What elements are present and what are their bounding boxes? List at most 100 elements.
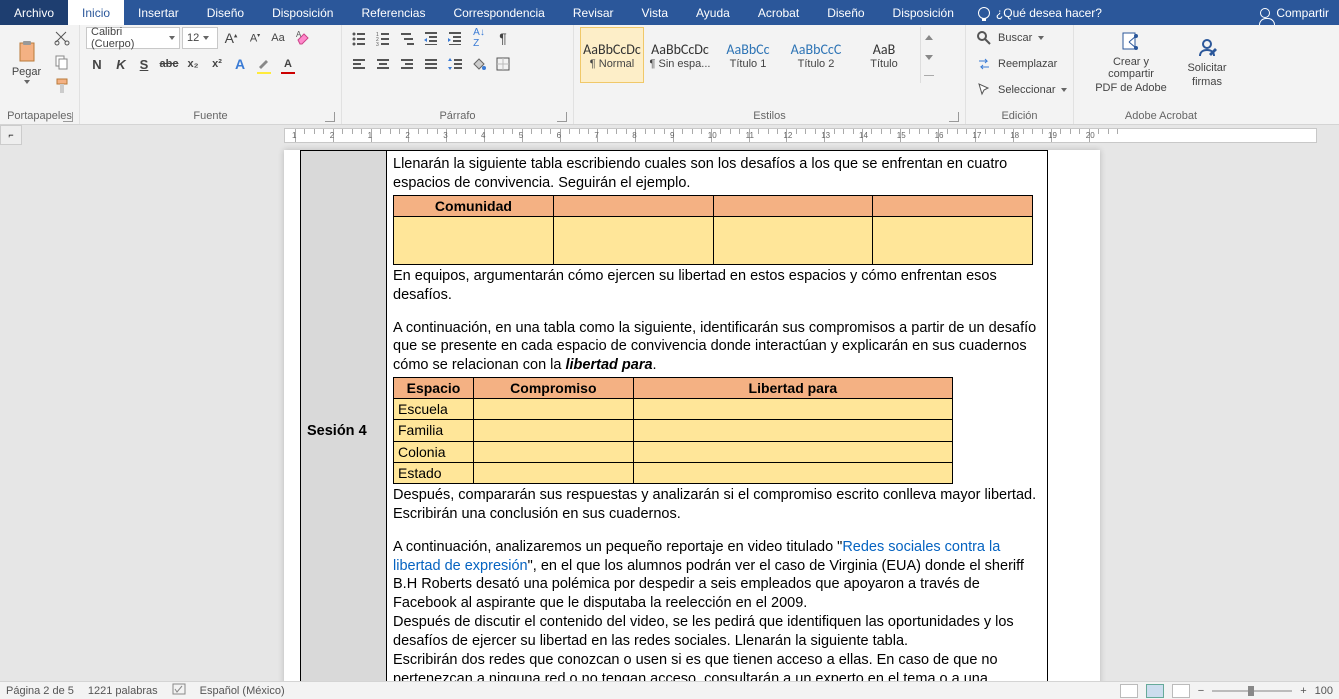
align-right-icon [399,56,415,72]
tab-home[interactable]: Inicio [68,0,124,25]
borders-button[interactable] [492,53,514,75]
paste-button[interactable]: Pegar [6,27,47,97]
tab-view[interactable]: Vista [628,0,682,25]
group-paragraph: 123 A↓Z ¶ Párrafo [342,25,574,124]
horizontal-ruler-area: ⌐ 121234567891011121314151617181920 [0,125,1339,145]
zoom-level[interactable]: 100 [1315,685,1333,697]
bullets-button[interactable] [348,27,370,49]
clipboard-group-label: Portapapeles [6,108,73,124]
style-normal[interactable]: AaBbCcDc¶ Normal [580,27,644,83]
font-size-value: 12 [187,32,199,44]
adobe-share-pdf-button[interactable]: Crear y compartir PDF de Adobe [1090,27,1172,97]
font-color-button[interactable]: A [278,53,300,75]
t2-row-escuela: Escuela [394,399,474,420]
subscript-button[interactable]: x₂ [182,53,204,75]
sesion-cell: Sesión 4 [301,151,387,682]
style-no-spacing[interactable]: AaBbCcDc¶ Sin espa... [648,27,712,83]
tab-help[interactable]: Ayuda [682,0,744,25]
group-editing: Buscar Reemplazar Seleccionar Edición [966,25,1074,124]
align-left-button[interactable] [348,53,370,75]
tab-design-2[interactable]: Diseño [813,0,878,25]
style-title[interactable]: AaBTítulo [852,27,916,83]
content-cell: Llenarán la siguiente tabla escribiendo … [387,151,1048,682]
justify-button[interactable] [420,53,442,75]
bullets-icon [351,30,367,46]
page: Sesión 4 Llenarán la siguiente tabla esc… [284,150,1100,681]
editing-group-label: Edición [972,108,1067,124]
find-button[interactable]: Buscar [972,27,1048,49]
align-center-button[interactable] [372,53,394,75]
zoom-in-button[interactable]: + [1300,685,1306,697]
group-clipboard: Pegar Portapapeles [0,25,80,124]
tab-selector[interactable]: ⌐ [0,125,22,145]
bold-button[interactable]: N [86,53,108,75]
underline-button[interactable]: S [134,53,156,75]
adobe-request-sign-button[interactable]: Solicitar firmas [1182,27,1232,97]
clear-format-button[interactable]: A [292,27,314,49]
vertical-ruler[interactable] [0,145,22,681]
tell-me-search[interactable]: ¿Qué desea hacer? [968,0,1112,25]
align-right-button[interactable] [396,53,418,75]
t1-header-comunidad: Comunidad [394,195,554,216]
style-heading2[interactable]: AaBbCcCTítulo 2 [784,27,848,83]
numbering-button[interactable]: 123 [372,27,394,49]
zoom-slider[interactable] [1212,690,1292,692]
styles-launcher[interactable] [949,112,959,122]
styles-more[interactable] [920,27,936,83]
tab-design[interactable]: Diseño [193,0,258,25]
person-icon [1260,8,1270,18]
format-painter-button[interactable] [51,75,73,97]
sign-icon [1195,36,1219,60]
shading-button[interactable] [468,53,490,75]
clipboard-launcher[interactable] [63,112,73,122]
t2-h-libertad: Libertad para [633,378,952,399]
para-1: Llenarán la siguiente tabla escribiendo … [393,155,1041,193]
font-family-combo[interactable]: Calibri (Cuerpo) [86,27,180,49]
multilevel-icon [399,30,415,46]
tab-layout[interactable]: Disposición [258,0,347,25]
copy-button[interactable] [51,51,73,73]
italic-button[interactable]: K [110,53,132,75]
status-page[interactable]: Página 2 de 5 [6,685,74,697]
font-launcher[interactable] [325,112,335,122]
change-case-button[interactable]: Aa [268,27,290,49]
view-read-mode[interactable] [1120,684,1138,698]
tab-review[interactable]: Revisar [559,0,628,25]
text-effects-button[interactable]: A [230,53,252,75]
superscript-button[interactable]: x² [206,53,228,75]
increase-indent-button[interactable] [444,27,466,49]
font-size-combo[interactable]: 12 [182,27,218,49]
tab-layout-2[interactable]: Disposición [879,0,968,25]
tab-acrobat[interactable]: Acrobat [744,0,813,25]
paragraph-launcher[interactable] [557,112,567,122]
tab-references[interactable]: Referencias [347,0,439,25]
tab-insert[interactable]: Insertar [124,0,193,25]
status-words[interactable]: 1221 palabras [88,685,158,697]
style-heading1[interactable]: AaBbCcTítulo 1 [716,27,780,83]
select-button[interactable]: Seleccionar [972,79,1071,101]
highlight-button[interactable] [254,53,276,75]
show-marks-button[interactable]: ¶ [492,27,514,49]
styles-group-label: Estilos [580,108,959,124]
eraser-icon: A [295,30,311,46]
view-web-layout[interactable] [1172,684,1190,698]
line-spacing-button[interactable] [444,53,466,75]
replace-button[interactable]: Reemplazar [972,53,1061,75]
view-print-layout[interactable] [1146,684,1164,698]
tab-file[interactable]: Archivo [0,0,68,25]
document-area[interactable]: Sesión 4 Llenarán la siguiente tabla esc… [22,145,1339,681]
status-proofing-icon[interactable] [172,683,186,698]
multilevel-button[interactable] [396,27,418,49]
tab-mailings[interactable]: Correspondencia [439,0,558,25]
zoom-out-button[interactable]: − [1198,685,1204,697]
share-button[interactable]: Compartir [1250,0,1339,25]
status-language[interactable]: Español (México) [200,685,285,697]
horizontal-ruler[interactable]: 121234567891011121314151617181920 [284,128,1317,143]
shrink-font-button[interactable]: A▾ [244,27,266,49]
grow-font-button[interactable]: A▴ [220,27,242,49]
sort-button[interactable]: A↓Z [468,27,490,49]
highlighter-icon [256,56,272,72]
cut-button[interactable] [51,27,73,49]
decrease-indent-button[interactable] [420,27,442,49]
strike-button[interactable]: abc [158,53,180,75]
